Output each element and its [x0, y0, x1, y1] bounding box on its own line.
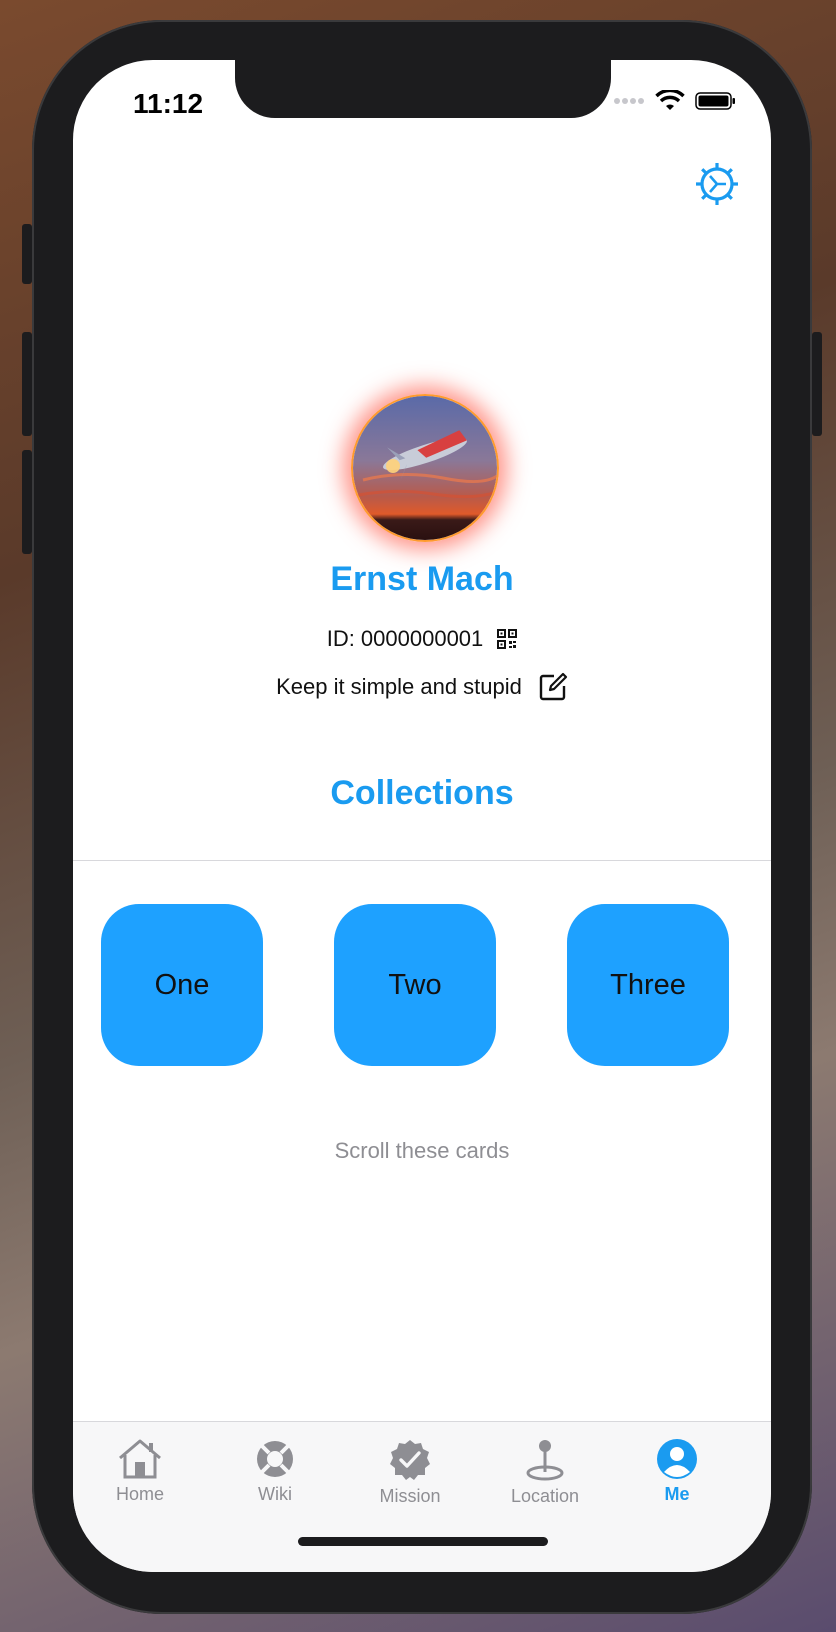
- tab-location[interactable]: Location: [475, 1438, 615, 1507]
- avatar-image: [353, 396, 497, 540]
- cellular-signal-icon: [614, 98, 644, 104]
- status-time: 11:12: [133, 88, 204, 119]
- profile-id: ID: 0000000001: [326, 626, 484, 651]
- collection-card-one[interactable]: One: [101, 904, 263, 1066]
- avatar[interactable]: [351, 394, 499, 542]
- lifebuoy-icon: [257, 1441, 293, 1477]
- profile-id-row: ID: 0000000001: [73, 626, 771, 652]
- tab-home[interactable]: Home: [73, 1438, 210, 1505]
- app-screen: 11:12 Ernst Mach ID: 0000000001 Keep it …: [73, 60, 771, 1572]
- volume-down-button: [22, 450, 32, 554]
- checkmark-seal-icon: [390, 1440, 430, 1480]
- tab-wiki-label: Wiki: [258, 1484, 292, 1504]
- gear-icon[interactable]: [693, 160, 741, 208]
- collection-card-three[interactable]: Three: [567, 904, 729, 1066]
- qr-code-icon[interactable]: [497, 629, 518, 649]
- battery-icon: [695, 92, 735, 110]
- profile-name: Ernst Mach: [330, 560, 514, 598]
- wifi-icon: [655, 90, 685, 110]
- tab-bar: Home Wiki Mission Location Me: [73, 1421, 771, 1572]
- tab-me-label: Me: [664, 1484, 690, 1504]
- tab-mission[interactable]: Mission: [340, 1438, 480, 1507]
- status-icons: [613, 90, 737, 112]
- tab-location-label: Location: [510, 1486, 580, 1506]
- divider: [73, 860, 771, 861]
- tab-wiki[interactable]: Wiki: [205, 1438, 345, 1505]
- tab-home-label: Home: [115, 1484, 164, 1504]
- profile-bio-row: Keep it simple and stupid: [73, 672, 771, 702]
- mute-switch: [22, 224, 32, 284]
- collections-title: Collections: [330, 774, 514, 812]
- person-circle-icon: [657, 1439, 697, 1479]
- notch: [235, 60, 611, 118]
- home-indicator: [298, 1537, 548, 1546]
- profile-bio: Keep it simple and stupid: [276, 674, 522, 699]
- collection-card-two[interactable]: Two: [334, 904, 496, 1066]
- home-icon: [119, 1439, 161, 1479]
- power-button: [812, 332, 822, 436]
- volume-up-button: [22, 332, 32, 436]
- tab-me[interactable]: Me: [607, 1438, 747, 1505]
- location-pin-icon: [526, 1440, 564, 1481]
- edit-icon[interactable]: [538, 672, 568, 702]
- scroll-hint: Scroll these cards: [334, 1138, 510, 1163]
- tab-mission-label: Mission: [379, 1486, 441, 1506]
